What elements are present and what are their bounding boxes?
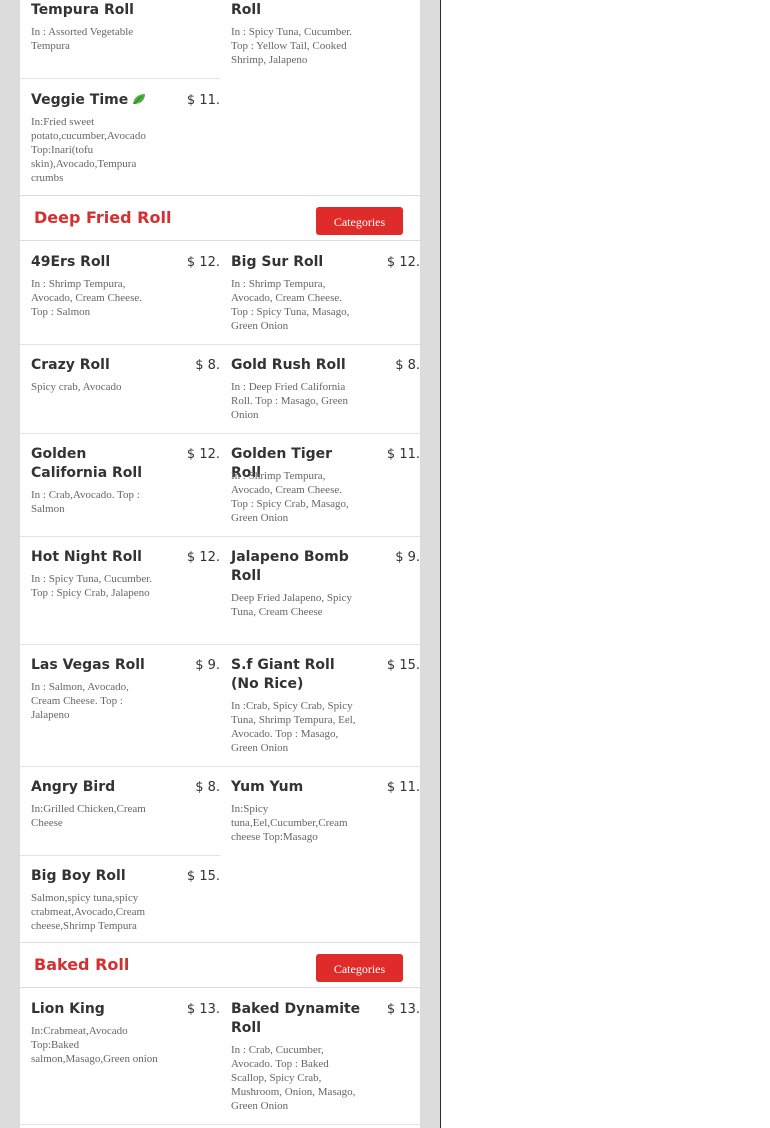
- item-name: S.f Giant Roll (No Rice): [231, 657, 335, 692]
- menu-item[interactable]: Hot Night Roll $ 12. In : Spicy Tuna, Cu…: [20, 537, 220, 644]
- item-name: Tempura Roll: [31, 2, 134, 18]
- left-gutter: [0, 0, 20, 1128]
- item-price: $ 9.: [395, 550, 420, 565]
- item-description: In : Crab,Avocado. Top : Salmon: [31, 489, 140, 515]
- menu-item[interactable]: 49Ers Roll $ 12. In : Shrimp Tempura, Av…: [20, 241, 220, 344]
- item-description: In : Deep Fried California Roll. Top : M…: [231, 381, 348, 421]
- item-price: $ 15.: [386, 658, 420, 673]
- menu-item-tempura-roll[interactable]: Tempura Roll In : Assorted Vegetable Tem…: [20, 0, 220, 78]
- item-name: Lion King: [31, 1001, 105, 1017]
- item-price: $ 13.: [386, 1002, 420, 1017]
- item-description: In : Shrimp Tempura, Avocado, Cream Chee…: [31, 278, 142, 318]
- item-price: $ 12.: [186, 447, 220, 462]
- item-name: Big Sur Roll: [231, 254, 324, 270]
- item-price: $ 12.: [186, 255, 220, 270]
- menu-item-spicy-roll[interactable]: Roll In : Spicy Tuna, Cucumber. Top : Ye…: [220, 0, 420, 78]
- item-name: Hot Night Roll: [31, 549, 142, 565]
- item-name: Golden California Roll: [31, 446, 143, 481]
- item-price: $ 8.: [195, 780, 220, 795]
- row-divider: [20, 1124, 420, 1125]
- panel-divider: [440, 0, 441, 1128]
- item-name: Big Boy Roll: [31, 868, 126, 884]
- item-description: In : Shrimp Tempura, Avocado, Cream Chee…: [231, 278, 350, 332]
- item-description: In : Shrimp Tempura, Avocado, Cream Chee…: [231, 470, 349, 524]
- item-description: In : Spicy Tuna, Cucumber. Top : Yellow …: [231, 26, 353, 66]
- item-name: Crazy Roll: [31, 357, 110, 373]
- menu-item[interactable]: Las Vegas Roll $ 9. In : Salmon, Avocado…: [20, 645, 220, 766]
- categories-button[interactable]: Categories: [316, 954, 403, 982]
- menu-item[interactable]: Golden California Roll $ 12. In : Crab,A…: [20, 434, 220, 536]
- item-name: Angry Bird: [31, 779, 116, 795]
- menu-item[interactable]: Gold Rush Roll $ 8. In : Deep Fried Cali…: [220, 345, 420, 433]
- item-name: Roll: [231, 2, 261, 18]
- item-price: $ 13.: [186, 1002, 220, 1017]
- item-price: $ 9.: [195, 658, 220, 673]
- item-description: In : Spicy Tuna, Cucumber. Top : Spicy C…: [31, 573, 153, 599]
- menu-item[interactable]: Big Boy Roll $ 15. Salmon,spicy tuna,spi…: [20, 856, 220, 942]
- item-price: $ 8.: [395, 358, 420, 373]
- item-name-row: Veggie Time: [31, 91, 191, 111]
- item-name: Gold Rush Roll: [231, 357, 346, 373]
- item-description: In : Crab, Cucumber, Avocado. Top : Bake…: [231, 1044, 356, 1112]
- item-price: $ 8.: [195, 358, 220, 373]
- menu-item[interactable]: Golden Tiger Roll $ 11. In : Shrimp Temp…: [220, 434, 420, 536]
- menu-item[interactable]: Yum Yum $ 11. In:Spicy tuna,Eel,Cucumber…: [220, 767, 420, 855]
- item-name: Jalapeno Bomb Roll: [231, 549, 349, 584]
- section-header-deep-fried: Deep Fried Roll Categories: [20, 195, 420, 241]
- menu-item[interactable]: Angry Bird $ 8. In:Grilled Chicken,Cream…: [20, 767, 220, 855]
- item-description: In:Spicy tuna,Eel,Cucumber,Cream cheese …: [231, 803, 348, 843]
- item-description: Spicy crab, Avocado: [31, 381, 122, 393]
- menu-item[interactable]: S.f Giant Roll (No Rice) $ 15. In :Crab,…: [220, 645, 420, 766]
- item-description: In:Crabmeat,Avocado Top:Baked salmon,Mas…: [31, 1025, 158, 1065]
- item-name: Las Vegas Roll: [31, 657, 145, 673]
- item-description: In:Fried sweet potato,cucumber,Avocado T…: [31, 116, 146, 184]
- menu-item[interactable]: Lion King $ 13. In:Crabmeat,Avocado Top:…: [20, 988, 220, 1124]
- right-gutter: [420, 0, 440, 1128]
- item-name: 49Ers Roll: [31, 254, 111, 270]
- section-title: Baked Roll: [34, 955, 130, 974]
- menu-item[interactable]: Jalapeno Bomb Roll $ 9. Deep Fried Jalap…: [220, 537, 420, 644]
- item-description: In : Assorted Vegetable Tempura: [31, 26, 134, 52]
- item-description: Deep Fried Jalapeno, Spicy Tuna, Cream C…: [231, 592, 352, 618]
- section-header-baked: Baked Roll Categories: [20, 942, 420, 988]
- item-price: $ 11.: [186, 93, 220, 108]
- item-price: $ 12.: [186, 550, 220, 565]
- section-title: Deep Fried Roll: [34, 208, 172, 227]
- item-price: $ 11.: [386, 780, 420, 795]
- item-name: Veggie Time: [31, 92, 129, 108]
- item-price: $ 15.: [186, 869, 220, 884]
- menu-item[interactable]: Crazy Roll $ 8. Spicy crab, Avocado: [20, 345, 220, 433]
- item-price: $ 11.: [386, 447, 420, 462]
- item-description: In :Crab, Spicy Crab, Spicy Tuna, Shrimp…: [231, 700, 356, 754]
- item-description: In : Salmon, Avocado, Cream Cheese. Top …: [31, 681, 129, 721]
- menu-item-veggie-time[interactable]: Veggie Time $ 11. In:Fried sweet potato,…: [20, 79, 220, 195]
- menu-item[interactable]: Big Sur Roll $ 12. In : Shrimp Tempura, …: [220, 241, 420, 344]
- item-description: In:Grilled Chicken,Cream Cheese: [31, 803, 146, 829]
- item-price: $ 12.: [386, 255, 420, 270]
- menu-item[interactable]: Baked Dynamite Roll $ 13. In : Crab, Cuc…: [220, 988, 420, 1124]
- item-description: Salmon,spicy tuna,spicy crabmeat,Avocado…: [31, 892, 146, 932]
- item-name: Yum Yum: [231, 779, 304, 795]
- categories-button[interactable]: Categories: [316, 207, 403, 235]
- leaf-icon: [132, 92, 146, 111]
- item-name: Baked Dynamite Roll: [231, 1001, 361, 1036]
